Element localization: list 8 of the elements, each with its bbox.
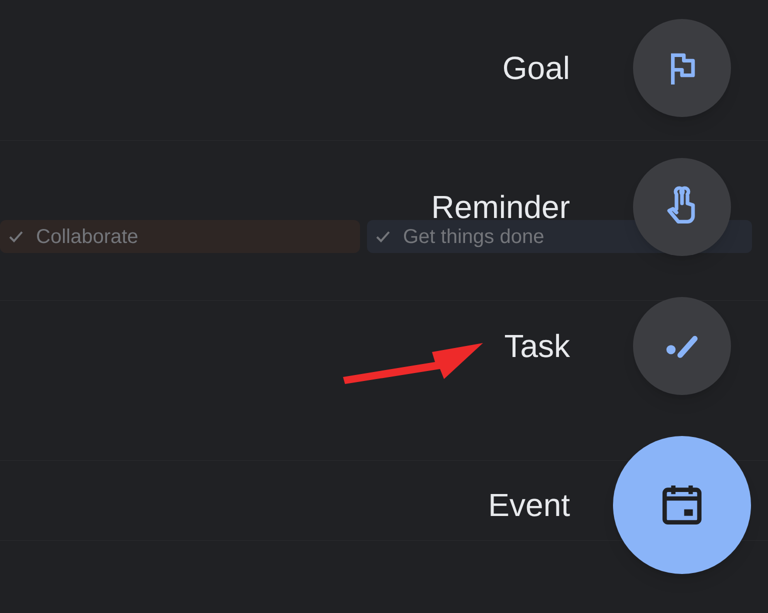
menu-label: Goal bbox=[502, 52, 570, 84]
menu-label: Event bbox=[488, 489, 570, 521]
menu-label: Reminder bbox=[431, 191, 570, 223]
chip-label: Get things done bbox=[403, 224, 544, 250]
check-icon bbox=[8, 228, 24, 244]
check-icon bbox=[375, 228, 391, 244]
chip-label: Collaborate bbox=[36, 224, 138, 250]
menu-label: Task bbox=[504, 330, 570, 362]
